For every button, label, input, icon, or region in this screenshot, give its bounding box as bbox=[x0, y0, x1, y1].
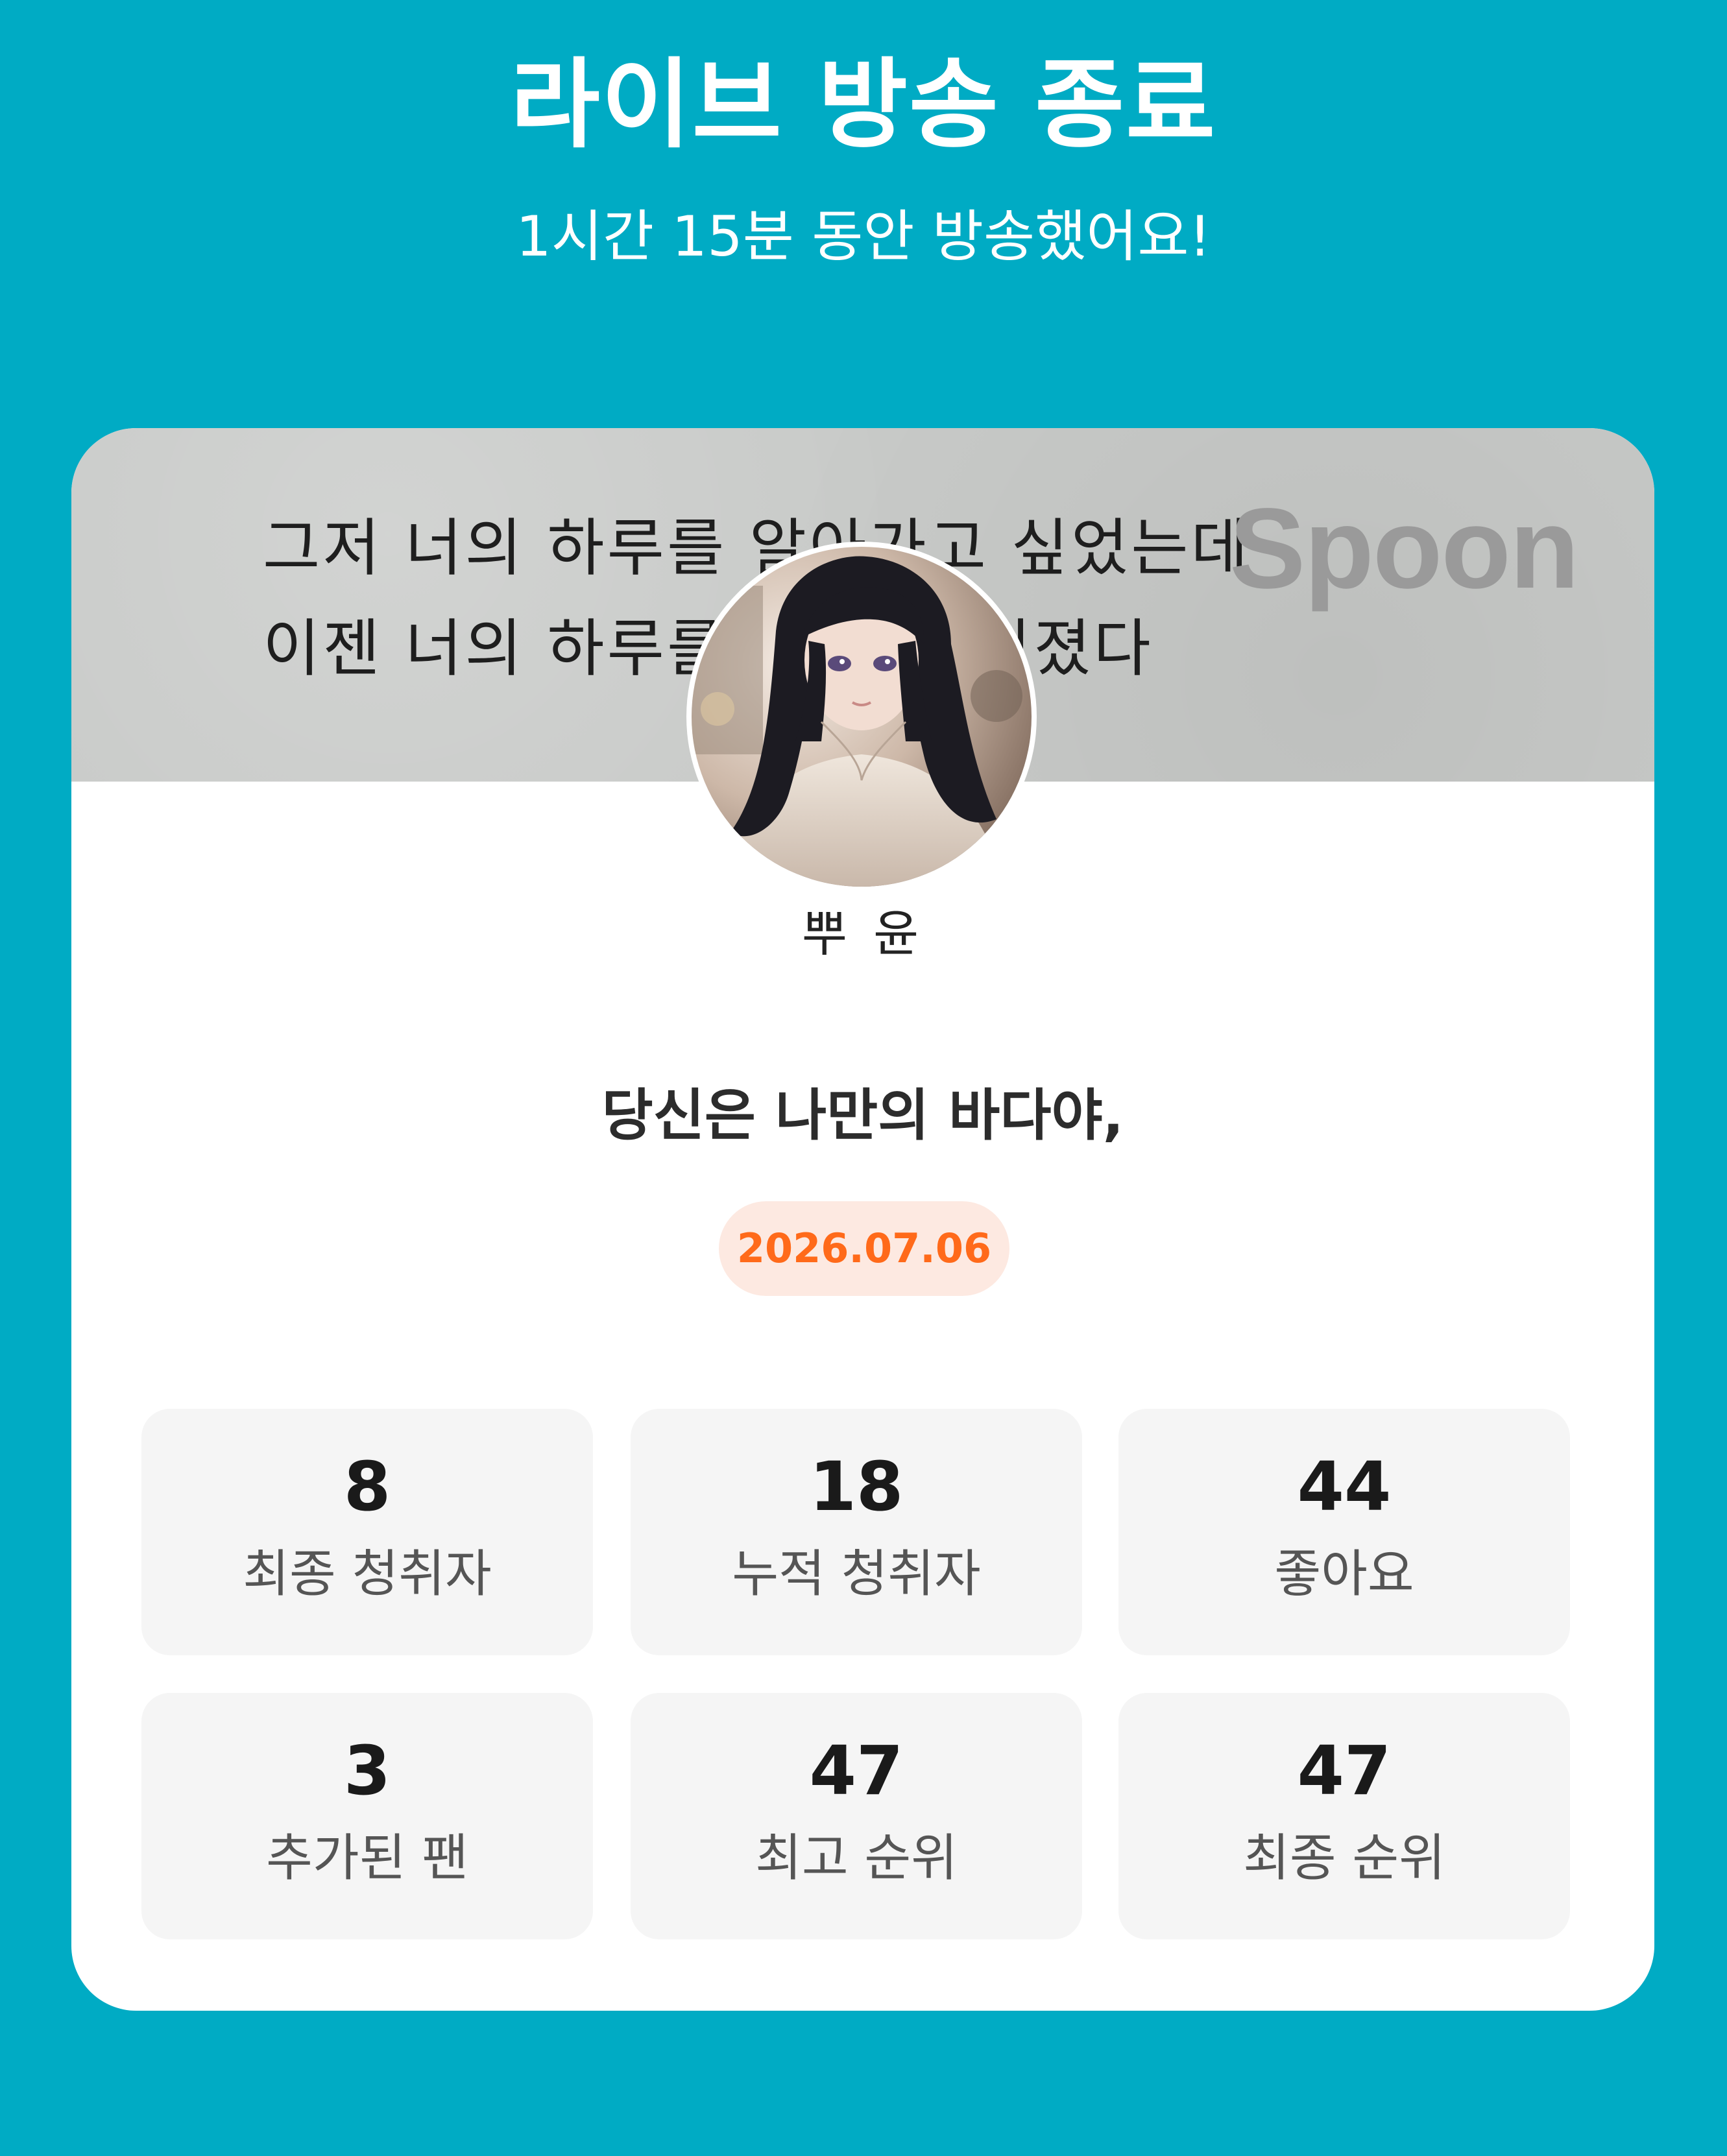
stat-value: 44 bbox=[1297, 1447, 1392, 1526]
stat-value: 3 bbox=[343, 1731, 391, 1810]
date-badge: 2026.07.06 bbox=[719, 1201, 1009, 1296]
stat-final-rank: 47 최종 순위 bbox=[1118, 1693, 1570, 1939]
username[interactable]: 뿌 윤 bbox=[71, 902, 1654, 966]
stat-label: 최종 청취자 bbox=[243, 1545, 492, 1603]
stat-label: 추가된 팬 bbox=[266, 1829, 468, 1887]
stat-label: 누적 청취자 bbox=[732, 1545, 981, 1603]
stat-value: 8 bbox=[343, 1447, 391, 1526]
summary-card: 그저 너의 하루를 알아가고 싶었는데 이젠 너의 하루를 알 수 없어졌다 S… bbox=[71, 428, 1654, 2011]
stat-value: 18 bbox=[809, 1447, 904, 1526]
page-subtitle: 1시간 15분 동안 방송했어요! bbox=[516, 204, 1211, 269]
stat-label: 좋아요 bbox=[1274, 1545, 1414, 1603]
avatar[interactable] bbox=[686, 542, 1037, 892]
stat-value: 47 bbox=[809, 1731, 904, 1810]
page-title: 라이브 방송 종료 bbox=[510, 49, 1217, 162]
spoon-logo: Spoon bbox=[1229, 485, 1579, 612]
stat-value: 47 bbox=[1297, 1731, 1392, 1810]
stat-label: 최고 순위 bbox=[755, 1829, 958, 1887]
broadcast-title: 당신은 나만의 바다야, bbox=[601, 1083, 1124, 1148]
stat-total-listeners: 18 누적 청취자 bbox=[631, 1409, 1082, 1655]
stat-new-fans: 3 추가된 팬 bbox=[141, 1693, 593, 1939]
stat-best-rank: 47 최고 순위 bbox=[631, 1693, 1082, 1939]
profile-avatar-icon bbox=[692, 547, 1032, 887]
stat-final-listeners: 8 최종 청취자 bbox=[141, 1409, 593, 1655]
stat-label: 최종 순위 bbox=[1243, 1829, 1445, 1887]
stat-likes: 44 좋아요 bbox=[1118, 1409, 1570, 1655]
